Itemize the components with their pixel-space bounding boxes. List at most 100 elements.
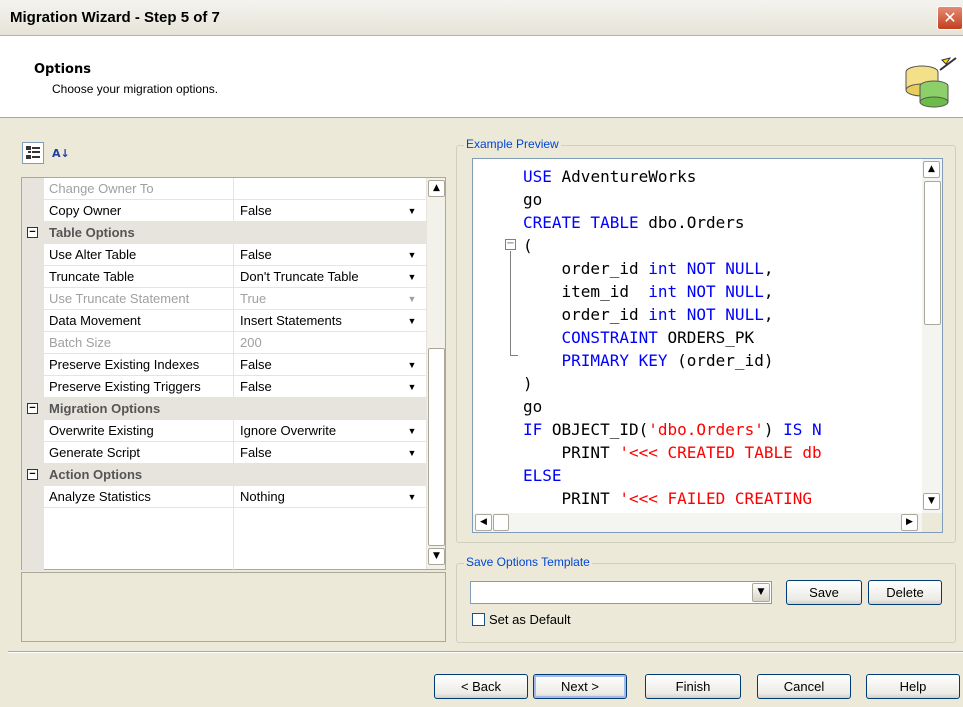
code-token: USE [523,167,552,186]
dropdown-arrow-icon[interactable]: ▼ [407,271,417,283]
dropdown-arrow-icon[interactable]: ▼ [407,205,417,217]
preview-horizontal-scrollbar[interactable]: ◀ ▶ [473,513,922,532]
dropdown-arrow-icon[interactable]: ▼ [407,381,417,393]
grid-property-row[interactable]: Analyze Statistics Nothing ▼ [22,486,426,508]
property-name: Use Truncate Statement [49,291,190,306]
property-name: Change Owner To [49,181,154,196]
database-wizard-icon [905,57,957,108]
scroll-thumb[interactable] [428,348,445,546]
property-value[interactable]: False [240,379,272,394]
property-value[interactable]: Insert Statements [240,313,342,328]
column-separator [233,310,234,332]
code-token: (order_id) [667,351,774,370]
help-button[interactable]: Help [866,674,960,699]
collapse-icon[interactable]: − [27,469,38,480]
collapse-icon[interactable]: − [27,403,38,414]
set-as-default-label[interactable]: Set as Default [489,612,571,627]
dropdown-arrow-icon[interactable]: ▼ [407,315,417,327]
grid-property-row[interactable]: Preserve Existing Triggers False ▼ [22,376,426,398]
scroll-corner [922,513,942,532]
categorized-view-button[interactable] [22,142,44,164]
grid-property-row[interactable]: Preserve Existing Indexes False ▼ [22,354,426,376]
property-value[interactable]: Nothing [240,489,285,504]
grid-property-row[interactable]: Overwrite Existing Ignore Overwrite ▼ [22,420,426,442]
grid-property-row[interactable]: Data Movement Insert Statements ▼ [22,310,426,332]
grid-property-row[interactable]: Use Alter Table False ▼ [22,244,426,266]
scroll-down-button[interactable]: ▼ [428,548,445,565]
grid-property-row[interactable]: Truncate Table Don't Truncate Table ▼ [22,266,426,288]
code-token: dbo.Orders [638,213,745,232]
code-token: ( [523,236,533,255]
preview-scroll-thumb[interactable] [924,181,941,325]
categorized-icon [26,146,40,159]
example-preview-editor[interactable]: − USE AdventureWorks go CREATE TABLE dbo.O… [472,158,943,533]
set-as-default-checkbox[interactable] [472,613,485,626]
next-button[interactable]: Next > [533,674,627,699]
property-value[interactable]: False [240,357,272,372]
grid-property-row[interactable]: Copy Owner False ▼ [22,200,426,222]
column-separator [233,486,234,508]
property-value[interactable]: False [240,247,272,262]
property-name: Truncate Table [49,269,135,284]
page-title: Options [34,62,91,77]
dropdown-arrow-icon[interactable]: ▼ [407,447,417,459]
close-button[interactable]: ✕ [937,6,963,30]
fold-toggle[interactable]: − [505,239,516,250]
code-text: USE AdventureWorks go CREATE TABLE dbo.Ord… [523,165,822,510]
grid-category-row[interactable]: − Migration Options [22,398,426,420]
preview-hscroll-thumb[interactable] [493,514,509,531]
scroll-up-button[interactable]: ▲ [428,180,445,197]
preview-scroll-down-button[interactable]: ▼ [923,493,940,510]
dropdown-arrow-icon[interactable]: ▼ [407,491,417,503]
dropdown-arrow-icon[interactable]: ▼ [407,293,417,305]
save-button[interactable]: Save [786,580,862,605]
grid-property-row[interactable]: Generate Script False ▼ [22,442,426,464]
code-token: order_id [523,259,649,278]
code-line: ) [523,372,822,395]
page-subtitle: Choose your migration options. [52,82,219,96]
column-separator [233,266,234,288]
property-value[interactable]: Ignore Overwrite [240,423,336,438]
template-dropdown-button[interactable]: ▼ [752,583,770,602]
code-token: 'dbo.Orders' [648,420,764,439]
preview-scroll-up-button[interactable]: ▲ [923,161,940,178]
grid-category-row[interactable]: − Action Options [22,464,426,486]
code-token: IS N [783,420,822,439]
code-token: ORDERS_PK [657,328,755,347]
collapse-icon[interactable]: − [27,227,38,238]
alphabetical-view-button[interactable]: A↓ [50,142,72,164]
chevron-up-icon: ▲ [928,164,935,174]
back-button[interactable]: < Back [434,674,528,699]
property-value[interactable]: False [240,445,272,460]
delete-button[interactable]: Delete [868,580,942,605]
preview-vertical-scrollbar[interactable]: ▲ ▼ [922,159,942,513]
finish-button[interactable]: Finish [645,674,741,699]
property-name: Data Movement [49,313,141,328]
property-value[interactable]: False [240,203,272,218]
grid-column-divider [233,508,234,570]
grid-property-row[interactable]: Use Truncate Statement True ▼ [22,288,426,310]
save-options-label: Save Options Template [464,555,592,569]
column-separator [233,376,234,398]
grid-category-row[interactable]: − Table Options [22,222,426,244]
property-value[interactable]: 200 [240,335,262,350]
dropdown-arrow-icon[interactable]: ▼ [407,249,417,261]
dropdown-arrow-icon[interactable]: ▼ [407,359,417,371]
template-combobox[interactable]: ▼ [470,581,772,604]
close-icon: ✕ [943,8,957,27]
code-token: CONSTRAINT [561,328,658,347]
property-value[interactable]: True [240,291,266,306]
preview-scroll-right-button[interactable]: ▶ [901,514,918,531]
code-token: CREATE TABLE [523,213,639,232]
column-separator [233,200,234,222]
code-line: item_id int NOT NULL, [523,280,822,303]
property-value[interactable]: Don't Truncate Table [240,269,359,284]
preview-scroll-left-button[interactable]: ◀ [475,514,492,531]
column-separator [233,178,234,200]
dropdown-arrow-icon[interactable]: ▼ [407,425,417,437]
grid-property-row[interactable]: Change Owner To [22,178,426,200]
property-grid-scrollbar[interactable]: ▲ ▼ [426,178,445,569]
property-name: Analyze Statistics [49,489,151,504]
cancel-button[interactable]: Cancel [757,674,851,699]
grid-property-row[interactable]: Batch Size 200 [22,332,426,354]
